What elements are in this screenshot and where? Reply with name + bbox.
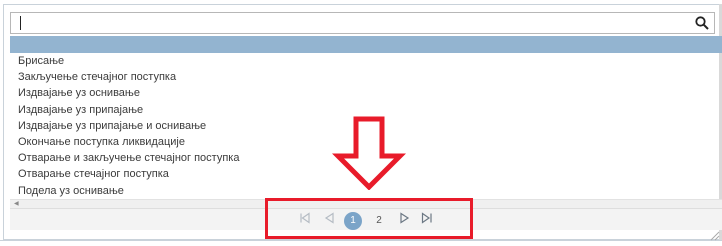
page-1-button[interactable]: 1 — [344, 212, 362, 230]
previous-page-icon[interactable] — [321, 212, 337, 228]
next-page-icon[interactable] — [397, 212, 413, 228]
horizontal-scrollbar[interactable]: ◀ — [10, 199, 722, 208]
pagination-bar: 1 2 — [10, 208, 722, 230]
bottom-divider — [0, 240, 722, 241]
list-item[interactable]: Брисање — [10, 53, 722, 69]
list-item[interactable]: Издвајање уз оснивање — [10, 85, 722, 101]
selected-row-highlight[interactable] — [10, 36, 722, 53]
resize-grip-icon[interactable] — [708, 229, 720, 241]
text-cursor — [20, 16, 21, 30]
scroll-left-icon[interactable]: ◀ — [14, 201, 19, 207]
page-2-button[interactable]: 2 — [370, 212, 388, 230]
list-item[interactable]: Закључење стечајног поступка — [10, 69, 722, 85]
annotation-arrow-icon — [332, 116, 406, 190]
search-icon[interactable] — [694, 15, 710, 31]
search-box[interactable] — [10, 12, 715, 34]
last-page-icon[interactable] — [419, 212, 435, 228]
first-page-icon[interactable] — [297, 212, 313, 228]
search-input[interactable] — [11, 13, 699, 33]
